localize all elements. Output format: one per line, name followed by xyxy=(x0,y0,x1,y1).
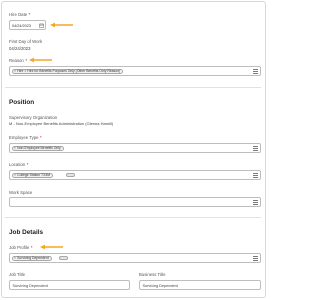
list-icon[interactable] xyxy=(253,146,258,151)
job-profile-label: Job Profile * xyxy=(9,245,33,250)
business-title-label: Business Title xyxy=(139,272,166,277)
work-space-field[interactable] xyxy=(9,197,261,207)
arrow-annotation xyxy=(50,22,73,28)
arrow-annotation xyxy=(40,244,63,250)
location-extra-pill[interactable] xyxy=(66,172,75,178)
employee-type-field[interactable]: × Non-Employee Benefits Only xyxy=(9,143,261,153)
first-day-value: 04/24/2023 xyxy=(9,46,31,51)
hire-date-label: Hire Date * xyxy=(9,12,31,17)
list-icon[interactable] xyxy=(253,173,258,178)
business-title-input[interactable]: Surviving Dependent xyxy=(139,280,261,290)
position-heading: Position xyxy=(9,99,35,106)
remove-x-icon[interactable]: × xyxy=(14,173,16,178)
arrow-annotation xyxy=(29,57,52,63)
employee-type-label: Employee Type * xyxy=(9,135,42,140)
first-day-label: First Day of Work xyxy=(9,39,43,44)
supervisory-org-value: M - Non-Employee Benefits Administration… xyxy=(9,121,114,126)
hire-date-input[interactable]: 04/24/2023 xyxy=(9,20,46,30)
supervisory-org-label: Supervisory Organization xyxy=(9,115,58,120)
job-details-heading: Job Details xyxy=(9,229,44,236)
location-label: Location * xyxy=(9,162,29,167)
remove-x-icon[interactable]: × xyxy=(14,69,16,74)
list-icon[interactable] xyxy=(253,69,258,74)
calendar-icon[interactable] xyxy=(38,23,44,28)
reason-field[interactable]: × Hire > Hire for Benefits Purposes Only … xyxy=(9,66,261,76)
work-space-label: Work Space xyxy=(9,190,33,195)
job-profile-extra-pill[interactable] xyxy=(59,255,68,261)
employee-type-pill[interactable]: × Non-Employee Benefits Only xyxy=(11,145,64,151)
remove-x-icon[interactable]: × xyxy=(14,146,16,151)
job-profile-field[interactable]: × Surviving Dependent xyxy=(9,253,261,263)
section-divider xyxy=(5,217,261,218)
location-field[interactable]: × College Station TX4M xyxy=(9,170,261,180)
reason-pill[interactable]: × Hire > Hire for Benefits Purposes Only … xyxy=(11,68,124,74)
job-profile-pill[interactable]: × Surviving Dependent xyxy=(11,255,52,261)
section-divider xyxy=(5,87,261,88)
job-title-label: Job Title xyxy=(9,272,26,277)
list-icon[interactable] xyxy=(253,200,258,205)
remove-x-icon[interactable]: × xyxy=(14,256,16,261)
list-icon[interactable] xyxy=(253,256,258,261)
location-pill[interactable]: × College Station TX4M xyxy=(11,172,54,178)
reason-label: Reason * xyxy=(9,58,27,63)
job-title-input[interactable]: Surviving Dependent xyxy=(9,280,130,290)
